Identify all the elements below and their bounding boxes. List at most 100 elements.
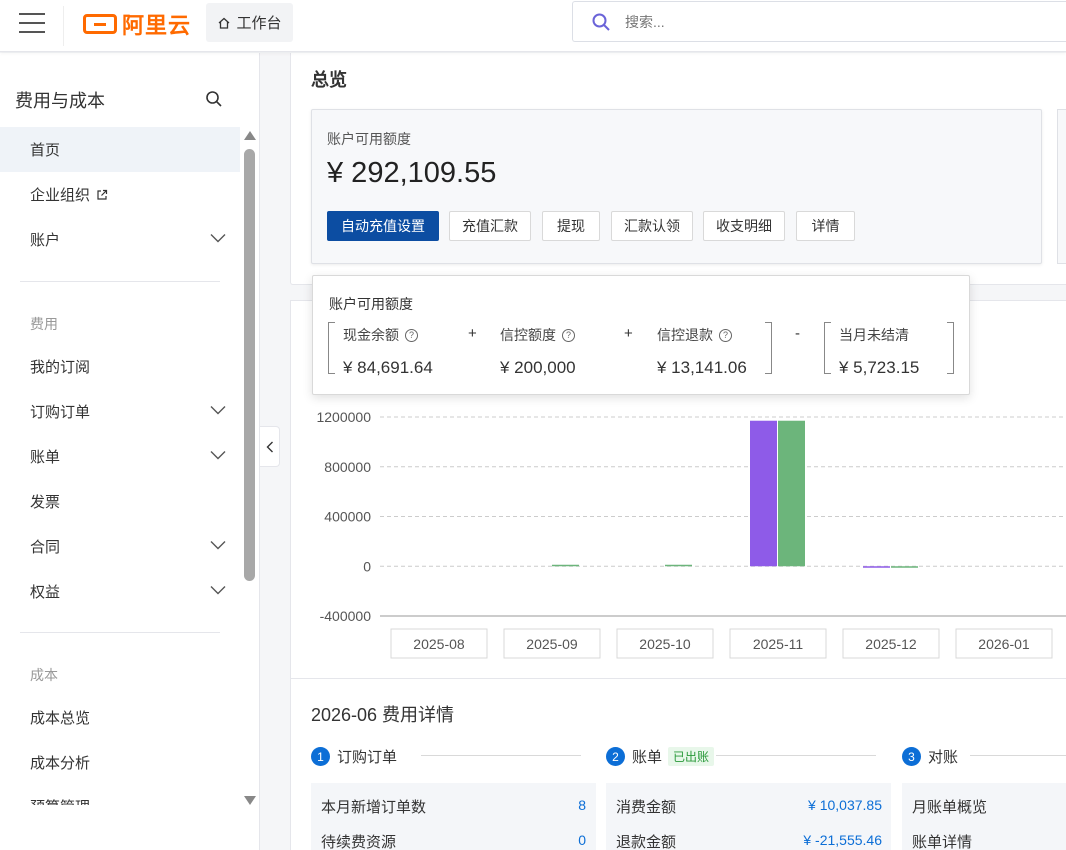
sidebar-item-enterprise[interactable]: 企业组织 (0, 172, 240, 217)
minus-operator: - (795, 325, 800, 342)
plus-operator: + (468, 325, 477, 342)
search-input[interactable] (625, 13, 1005, 30)
chevron-down-icon (210, 541, 226, 550)
help-icon[interactable]: ? (562, 328, 575, 342)
step-number: 3 (902, 747, 921, 766)
help-icon[interactable]: ? (719, 328, 732, 342)
cash-balance-label: 现金余额? (343, 325, 418, 345)
y-tick-label: 1200000 (316, 409, 371, 425)
sidebar-item-budget[interactable]: 预算管理 (0, 785, 240, 805)
sidebar-item-cost-overview[interactable]: 成本总览 (0, 695, 240, 740)
scroll-up-arrow[interactable] (244, 131, 256, 140)
balance-amount: ¥ 292,109.55 (327, 157, 497, 189)
workbench-button[interactable]: 工作台 (206, 3, 293, 42)
chevron-left-icon (266, 441, 273, 452)
step-number: 1 (311, 747, 330, 766)
bar (750, 420, 777, 567)
external-link-icon (97, 189, 108, 200)
help-icon[interactable]: ? (405, 328, 418, 342)
x-tick-label: 2025-09 (526, 636, 578, 652)
bill-detail-link[interactable]: 账单详情 (912, 831, 972, 850)
scrollbar-thumb[interactable] (244, 149, 255, 581)
sidebar-item-label: 成本总览 (30, 710, 91, 727)
y-tick-label: 800000 (324, 459, 371, 475)
sidebar-item-label: 成本分析 (30, 755, 91, 772)
sidebar-item-invoices[interactable]: 发票 (0, 479, 240, 524)
logo-text: 阿里云 (122, 13, 192, 38)
remit-button[interactable]: 充值汇款 (449, 211, 531, 241)
spend-label: 消费金额 (616, 799, 677, 816)
bracket-left (328, 322, 335, 374)
chevron-down-icon (210, 234, 226, 243)
step-connector (970, 755, 1066, 756)
sidebar-section-fee: 费用 (30, 316, 58, 332)
aliyun-logo[interactable]: 阿里云 (83, 9, 191, 39)
sidebar-item-cost-analysis[interactable]: 成本分析 (0, 740, 240, 785)
workbench-label: 工作台 (236, 15, 282, 32)
x-tick-label: 2025-12 (865, 636, 917, 652)
scroll-down-arrow[interactable] (244, 796, 256, 805)
new-orders-label: 本月新增订单数 (321, 799, 427, 816)
sidebar-item-contracts[interactable]: 合同 (0, 524, 240, 569)
statement-button[interactable]: 收支明细 (703, 211, 785, 241)
search-icon (592, 13, 610, 31)
sidebar-item-label: 我的订阅 (30, 359, 91, 376)
withdraw-button[interactable]: 提现 (542, 211, 600, 241)
monthly-bill-link[interactable]: 月账单概览 (912, 796, 987, 817)
sidebar-item-home[interactable]: 首页 (0, 127, 240, 172)
step-connector (421, 755, 581, 756)
chevron-down-icon (210, 451, 226, 460)
credit-refund-text: 信控退款 (657, 327, 713, 343)
x-tick-label: 2025-11 (753, 636, 804, 652)
sidebar-item-label: 账户 (30, 232, 61, 249)
sidebar-item-bills[interactable]: 账单 (0, 434, 240, 479)
balance-breakdown-popover: 账户可用额度 现金余额? ¥ 84,691.64 + 信控额度? ¥ 200,0… (312, 275, 970, 395)
spend-value[interactable]: ¥ 10,037.85 (742, 797, 882, 813)
chevron-down-icon (210, 586, 226, 595)
sidebar-item-orders[interactable]: 订购订单 (0, 389, 240, 434)
renewal-label: 待续费资源 (321, 834, 397, 850)
x-tick-label: 2025-08 (413, 636, 465, 652)
sidebar-divider (20, 281, 220, 282)
sidebar-item-account[interactable]: 账户 (0, 217, 240, 262)
x-tick-label: 2026-01 (978, 636, 1030, 652)
bar (891, 566, 918, 568)
sidebar-item-subscriptions[interactable]: 我的订阅 (0, 344, 240, 389)
global-search[interactable] (572, 1, 1066, 42)
credit-limit-text: 信控额度 (500, 327, 556, 343)
sidebar-item-benefits[interactable]: 权益 (0, 569, 240, 614)
bar (778, 420, 805, 567)
step-label: 对账 (928, 749, 959, 766)
credit-refund-value: ¥ 13,141.06 (657, 358, 747, 377)
sidebar-item-label: 合同 (30, 539, 61, 556)
refund-value[interactable]: ¥ -21,555.46 (742, 832, 882, 848)
details-button[interactable]: 详情 (796, 211, 855, 241)
plus-operator: + (624, 325, 633, 342)
balance-label: 账户可用额度 (327, 131, 411, 147)
sidebar-item-label: 企业组织 (30, 187, 91, 204)
new-orders-value[interactable]: 8 (546, 797, 586, 813)
sidebar-item-label: 首页 (30, 142, 61, 159)
step-orders: 1 订购订单 (311, 746, 397, 767)
sidebar-item-label: 账单 (30, 449, 61, 466)
credit-limit-label: 信控额度? (500, 325, 575, 345)
renewal-value[interactable]: 0 (546, 832, 586, 848)
unsettled-value: ¥ 5,723.15 (839, 358, 920, 377)
step-bills: 2 账单 已出账 (606, 746, 715, 767)
sidebar-item-label: 预算管理 (30, 796, 90, 805)
remit-claim-button[interactable]: 汇款认领 (611, 211, 693, 241)
chevron-down-icon (210, 406, 226, 415)
collapse-sidebar-button[interactable] (260, 426, 280, 467)
bar (665, 564, 692, 567)
sidebar-section-cost: 成本 (30, 667, 58, 683)
cash-balance-value: ¥ 84,691.64 (343, 358, 433, 377)
x-tick-label: 2025-10 (639, 636, 691, 652)
menu-icon[interactable] (19, 13, 45, 35)
details-title: 2026-06 费用详情 (311, 705, 455, 725)
home-icon (219, 17, 230, 29)
sidebar-search-icon[interactable] (205, 90, 223, 108)
spend-bar-chart: 1200000 800000 400000 0 -400000 2025-08 2025-0… (316, 409, 1066, 659)
y-tick-label: 400000 (324, 509, 371, 525)
credit-limit-value: ¥ 200,000 (500, 358, 576, 377)
auto-recharge-button[interactable]: 自动充值设置 (327, 211, 439, 241)
